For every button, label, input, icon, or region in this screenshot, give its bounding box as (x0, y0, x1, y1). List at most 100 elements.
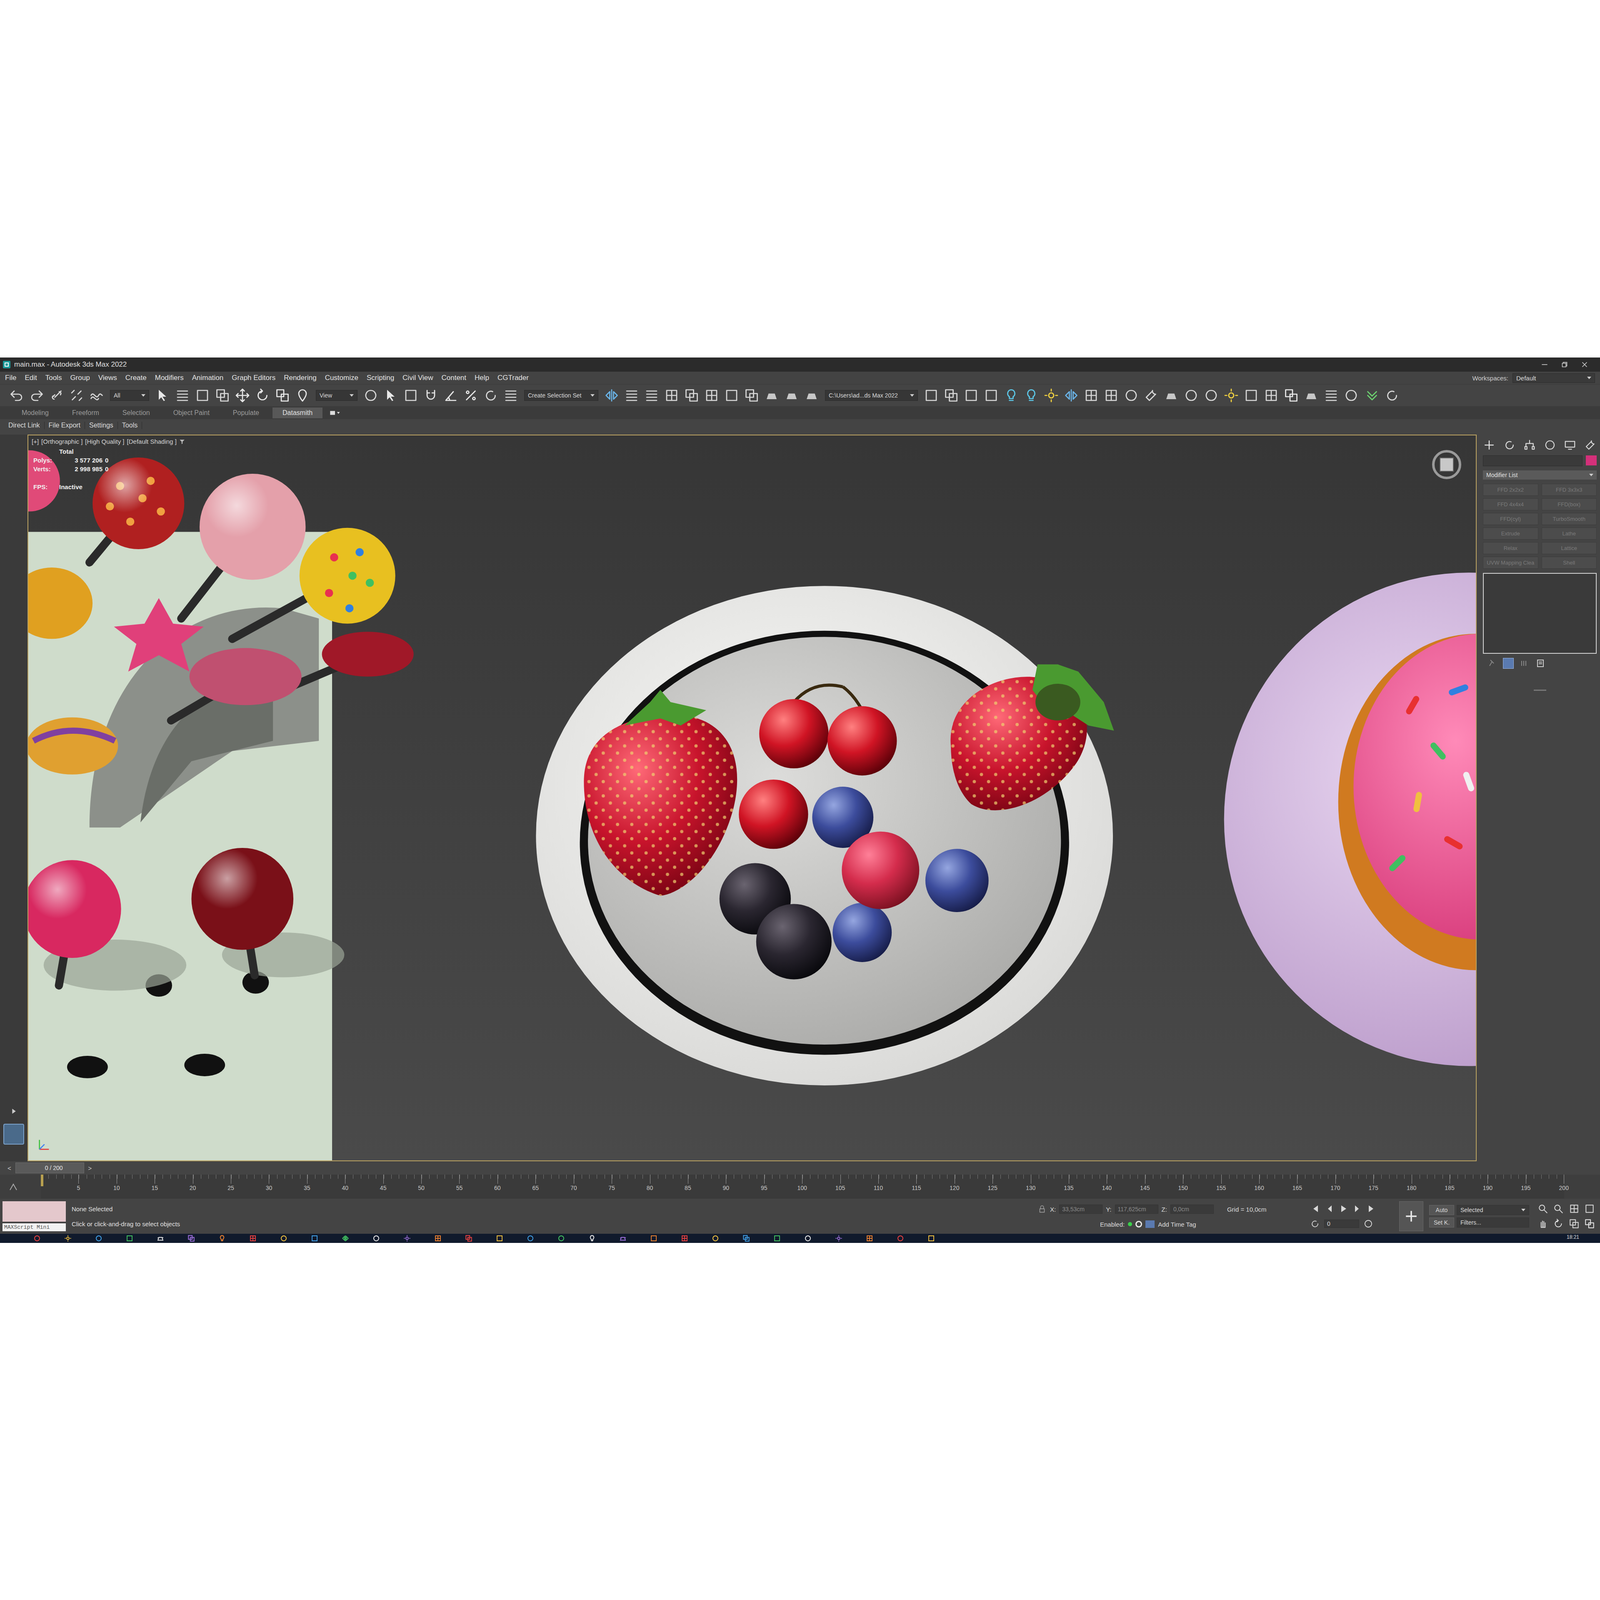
menu-item[interactable]: Rendering (283, 373, 317, 383)
grid-app-icon[interactable] (249, 1234, 257, 1243)
circle-app-icon[interactable] (95, 1234, 103, 1243)
mirror-icon[interactable] (1063, 387, 1079, 403)
monitor-icon[interactable] (1563, 438, 1577, 452)
hier-icon[interactable] (1523, 438, 1536, 452)
rotate-icon[interactable] (1552, 1218, 1564, 1230)
mirror-icon[interactable] (604, 387, 620, 403)
undo-icon[interactable] (9, 387, 25, 403)
modifier-button[interactable]: FFD 3x3x3 (1541, 483, 1598, 496)
first-icon[interactable] (1310, 1203, 1320, 1214)
rect-app-icon[interactable] (310, 1234, 319, 1243)
circle-app-icon[interactable] (804, 1234, 812, 1243)
close-icon[interactable] (1580, 360, 1590, 370)
circle-app-icon[interactable] (557, 1234, 565, 1243)
modifier-button[interactable]: FFD 2x2x2 (1482, 483, 1539, 496)
refresh-icon[interactable] (1503, 438, 1516, 452)
viewport-menu[interactable]: [High Quality ] (85, 437, 125, 445)
modifier-button[interactable]: TurboSmooth (1541, 512, 1598, 525)
menu-item[interactable]: Tools (45, 373, 63, 383)
redo-icon[interactable] (29, 387, 45, 403)
place-icon[interactable] (295, 387, 310, 403)
project-path-dropdown[interactable]: C:\Users\ad...ds Max 2022 (825, 390, 918, 401)
object-name-field[interactable] (1482, 455, 1583, 467)
teapot-icon[interactable] (764, 387, 780, 403)
grid-app-icon[interactable] (680, 1234, 689, 1243)
selection-filter-dropdown[interactable]: All (110, 390, 150, 401)
perspective-viewport[interactable]: [+][Orthographic ][High Quality ][Defaul… (27, 434, 1477, 1162)
rect-app-icon[interactable] (927, 1234, 935, 1243)
viewcube-icon[interactable] (1430, 447, 1464, 482)
menu-item[interactable]: CGTrader (497, 373, 529, 383)
menu-item[interactable]: Group (70, 373, 90, 383)
grid-icon[interactable] (1263, 387, 1279, 403)
menu-item[interactable]: Views (98, 373, 118, 383)
bulb-app-icon[interactable] (218, 1234, 226, 1243)
ribbon-command[interactable]: Direct Link (4, 421, 45, 430)
frame-ruler[interactable]: 5101520253035404550556065707580859095100… (40, 1174, 1565, 1199)
restore-icon[interactable] (1560, 360, 1570, 370)
sun-app-icon[interactable] (403, 1234, 411, 1243)
rect-icon[interactable] (195, 387, 210, 403)
ribbon-tab[interactable]: Datasmith (272, 407, 323, 419)
current-frame-field[interactable]: 0 (1324, 1219, 1360, 1228)
menu-item[interactable]: Content (441, 373, 467, 383)
time-slider-thumb[interactable]: 0 / 200 (15, 1162, 85, 1174)
angle-icon[interactable] (443, 387, 459, 403)
auto-key-button[interactable]: Auto (1429, 1205, 1455, 1215)
circle-icon[interactable] (1543, 438, 1557, 452)
rect-icon[interactable] (403, 387, 419, 403)
refresh-icon[interactable] (483, 387, 499, 403)
grid-icon[interactable] (1103, 387, 1119, 403)
grid-icon[interactable] (664, 387, 680, 403)
window-app-icon[interactable] (465, 1234, 473, 1243)
modifier-stack[interactable] (1482, 572, 1597, 654)
pin-icon[interactable] (1487, 658, 1498, 669)
list-icon[interactable] (624, 387, 640, 403)
bulb-icon[interactable] (1023, 387, 1039, 403)
list-icon[interactable] (503, 387, 519, 403)
menu-item[interactable]: Customize (325, 373, 359, 383)
modifier-button[interactable]: Shell (1541, 556, 1598, 569)
zoom-icon[interactable] (1537, 1203, 1549, 1215)
ribbon-tab[interactable]: Object Paint (163, 407, 220, 419)
sun-app-icon[interactable] (64, 1234, 72, 1243)
ribbon-command[interactable]: Tools (117, 421, 143, 430)
time-slider-track[interactable]: 0 / 200 > (15, 1162, 1600, 1174)
window-icon[interactable] (684, 387, 700, 403)
modifier-button[interactable]: UVW Mapping Clea (1482, 556, 1539, 569)
time-tag-button[interactable] (1145, 1220, 1155, 1228)
grid-app-icon[interactable] (434, 1234, 442, 1243)
bulb-app-icon[interactable] (588, 1234, 596, 1243)
workspaces-dropdown[interactable]: Default (1512, 373, 1595, 383)
ribbon-command[interactable]: File Export (44, 421, 85, 430)
configure-icon[interactable] (1535, 658, 1546, 669)
rect-icon[interactable] (1243, 387, 1259, 403)
modifier-button[interactable]: FFD(box) (1541, 498, 1598, 511)
show-end-result-button[interactable] (1502, 657, 1514, 669)
circle-app-icon[interactable] (526, 1234, 535, 1243)
ribbon-tab[interactable]: Selection (112, 407, 160, 419)
maxscript-mini-field[interactable]: MAXScript Mini (2, 1223, 66, 1232)
link-icon[interactable] (49, 387, 65, 403)
move-icon[interactable] (235, 387, 250, 403)
track-bar-menu[interactable] (0, 1174, 41, 1199)
rect-app-icon[interactable] (125, 1234, 134, 1243)
refresh-icon[interactable] (1310, 1218, 1320, 1229)
circle-icon[interactable] (363, 387, 379, 403)
coordinate-field[interactable]: 0,0cm (1170, 1204, 1214, 1214)
teapot-icon[interactable] (804, 387, 820, 403)
circle-app-icon[interactable] (372, 1234, 380, 1243)
viewport-layout-button[interactable] (3, 1123, 25, 1145)
menu-item[interactable]: Civil View (402, 373, 433, 383)
bind-icon[interactable] (89, 387, 105, 403)
ribbon-options-icon[interactable] (329, 410, 341, 416)
circle-app-icon[interactable] (896, 1234, 905, 1243)
window-icon[interactable] (744, 387, 760, 403)
rect-icon[interactable] (923, 387, 939, 403)
grid-icon[interactable] (1083, 387, 1099, 403)
window-icon[interactable] (943, 387, 959, 403)
last-icon[interactable] (1366, 1203, 1377, 1214)
time-slider[interactable]: < 0 / 200 > (0, 1161, 1600, 1175)
circle-icon[interactable] (1363, 1218, 1374, 1229)
set-key-button[interactable]: Set K. (1429, 1217, 1455, 1228)
